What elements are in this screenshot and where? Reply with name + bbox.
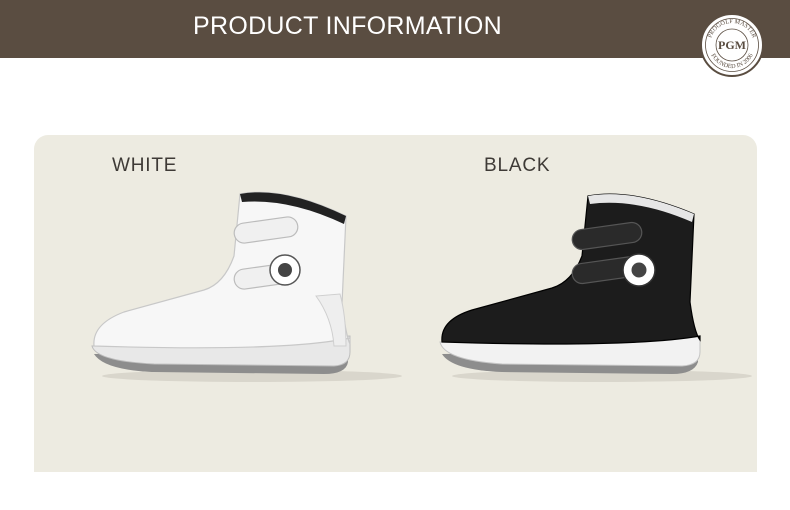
boot-image-black bbox=[439, 193, 752, 382]
variant-label-white: WHITE bbox=[112, 155, 178, 176]
boot-image-white bbox=[91, 191, 402, 382]
pgm-logo: PROGOLF MASTER FOUNDED IN 2006 PGM bbox=[700, 13, 764, 77]
page-title: PRODUCT INFORMATION bbox=[193, 12, 502, 40]
variant-label-black: BLACK bbox=[484, 155, 551, 176]
svg-text:PGM: PGM bbox=[718, 38, 746, 52]
header-banner: PRODUCT INFORMATION bbox=[0, 0, 790, 58]
